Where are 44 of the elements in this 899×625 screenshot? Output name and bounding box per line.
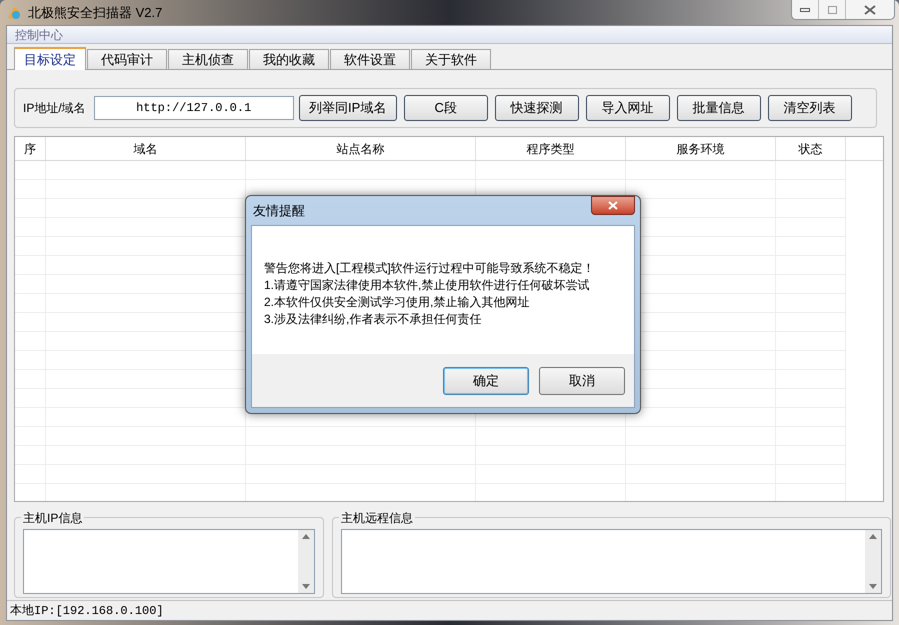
close-icon (608, 201, 618, 210)
dialog-title: 友情提醒 (253, 202, 305, 220)
dialog-close-button[interactable] (591, 196, 635, 215)
tab[interactable]: 软件设置 (330, 49, 410, 69)
action-button[interactable]: 快速探测 (494, 95, 579, 121)
panel-title: 主机远程信息 (339, 509, 415, 527)
scroll-down-icon[interactable] (869, 584, 877, 589)
action-button[interactable]: 批量信息 (676, 95, 761, 121)
scrollbar[interactable] (298, 530, 314, 593)
tab[interactable]: 关于软件 (411, 49, 491, 69)
app-icon (6, 4, 22, 20)
warning-line: 2.本软件仅供安全测试学习使用,禁止输入其他网址 (264, 294, 530, 311)
column-header[interactable]: 服务环境 (626, 137, 776, 160)
action-button[interactable]: 清空列表 (768, 95, 852, 121)
menu-item[interactable]: 控制中心 (15, 26, 63, 44)
column-header[interactable]: 状态 (776, 137, 846, 160)
column-header[interactable]: 序 (15, 137, 46, 160)
tab[interactable]: 目标设定 (14, 47, 86, 70)
scroll-down-icon[interactable] (302, 584, 310, 589)
scroll-up-icon[interactable] (869, 534, 877, 539)
action-button[interactable]: C段 (404, 95, 488, 121)
close-icon (864, 4, 876, 14)
warning-line: 1.请遵守国家法律使用本软件,禁止使用软件进行任何破坏尝试 (264, 277, 590, 294)
warning-line: 警告您将进入[工程模式]软件运行过程中可能导致系统不稳定！ (264, 260, 596, 277)
text-area[interactable] (341, 529, 882, 594)
action-button[interactable]: 导入网址 (586, 95, 670, 121)
tab[interactable]: 我的收藏 (249, 49, 329, 69)
column-header[interactable]: 站点名称 (246, 137, 476, 160)
dialog-button[interactable]: 取消 (539, 366, 625, 394)
column-header[interactable]: 程序类型 (476, 137, 626, 160)
scrollbar[interactable] (865, 530, 881, 593)
panel-title: 主机IP信息 (21, 509, 84, 527)
window-title: 北极熊安全扫描器 V2.7 (28, 4, 162, 22)
dialog-button[interactable]: 确定 (443, 366, 529, 394)
tab[interactable]: 主机侦查 (168, 49, 248, 69)
warning-line: 3.涉及法律纠纷,作者表示不承担任何责任 (264, 311, 482, 328)
url-field[interactable]: http://127.0.0.1 (94, 96, 294, 120)
action-button[interactable]: 列举同IP域名 (298, 95, 397, 121)
scroll-up-icon[interactable] (302, 534, 310, 539)
column-header[interactable]: 域名 (46, 137, 246, 160)
tab[interactable]: 代码审计 (87, 49, 167, 69)
status-text: 本地IP:[192.168.0.100] (10, 602, 164, 620)
text-area[interactable] (23, 529, 315, 594)
target-label: IP地址/域名 (23, 100, 86, 117)
